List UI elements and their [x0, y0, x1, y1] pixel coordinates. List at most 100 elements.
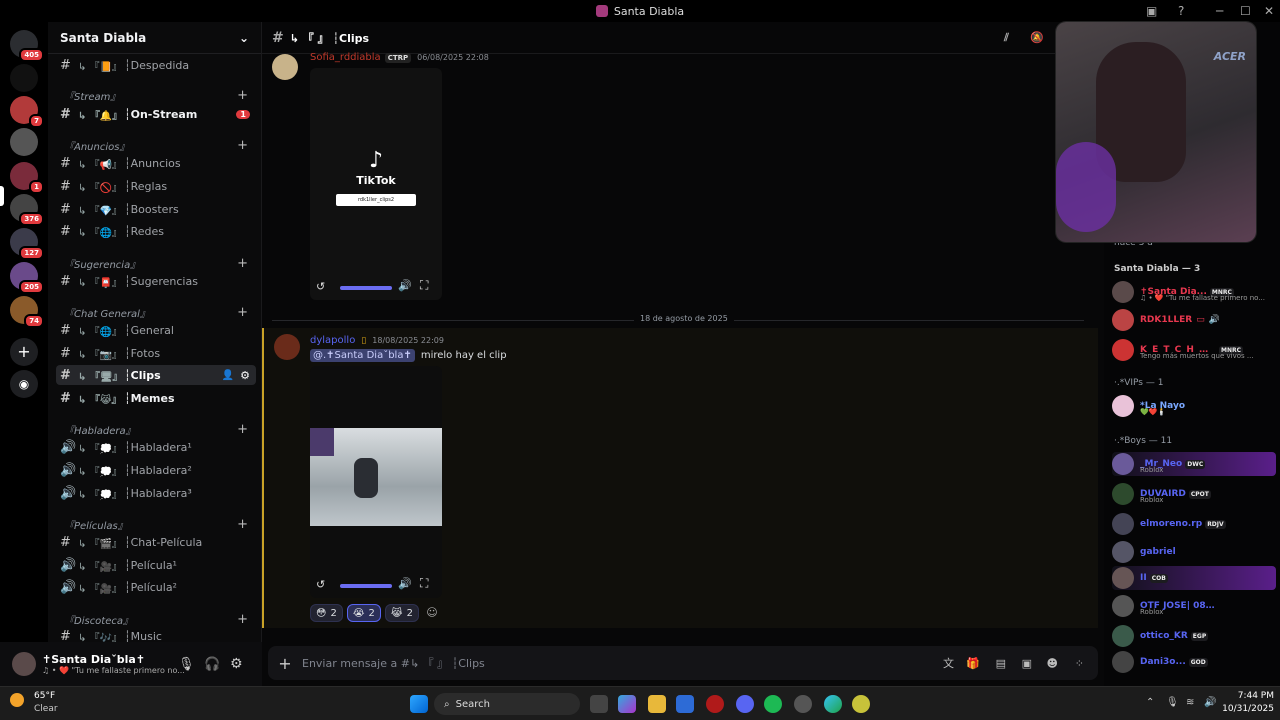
add-channel-icon[interactable]: +: [237, 138, 248, 153]
wifi-icon[interactable]: ≋: [1186, 697, 1194, 708]
replay-icon[interactable]: ↺: [316, 578, 325, 591]
tray-chevron-icon[interactable]: ⌃: [1146, 697, 1154, 708]
headphones-icon[interactable]: 🎧: [204, 657, 220, 672]
member-item[interactable]: K E T C H U P MNRC Tengo más muertos que v…: [1112, 338, 1276, 362]
apps-icon[interactable]: ⁘: [1075, 657, 1084, 670]
member-item[interactable]: Dani3o... GOD: [1112, 650, 1276, 674]
reaction[interactable]: 😭 2: [346, 604, 381, 622]
avatar[interactable]: [272, 54, 298, 80]
task-view-icon[interactable]: [590, 695, 608, 713]
progress-slider[interactable]: [340, 584, 392, 588]
volume-icon[interactable]: 🔊: [398, 577, 412, 590]
gif-icon[interactable]: ▤: [996, 657, 1006, 670]
fullscreen-icon[interactable]: ⛶: [420, 576, 428, 591]
member-item[interactable]: gabriel: [1112, 540, 1276, 564]
weather-icon[interactable]: [10, 693, 24, 707]
member-item[interactable]: II COB: [1112, 566, 1276, 590]
channel-reglas[interactable]: # ↳ 『🚫』 ┆Reglas: [56, 176, 256, 196]
avatar[interactable]: [12, 652, 36, 676]
spotify-icon[interactable]: [764, 695, 782, 713]
add-server-icon[interactable]: +: [10, 338, 38, 366]
guild-header[interactable]: Santa Diabla ⌄: [48, 22, 261, 54]
category-stream[interactable]: 『Stream』 +: [58, 88, 254, 103]
channel-sugerencias[interactable]: # ↳ 『📮』 ┆Sugerencias: [56, 271, 256, 291]
microphone-icon[interactable]: 🎙: [1166, 697, 1179, 708]
obs-icon[interactable]: [794, 695, 812, 713]
voice-pelicula-2[interactable]: 🔊 ↳ 『🎥』 ┆Película²: [56, 577, 256, 597]
file-explorer-icon[interactable]: [648, 695, 666, 713]
server-folder[interactable]: 376: [10, 194, 44, 226]
member-item[interactable]: DUVAIRD CPOT Roblox: [1112, 482, 1276, 506]
emoji-icon[interactable]: ☻: [1047, 657, 1058, 670]
member-item[interactable]: OTF JOSE| 0800 ON T...Roblox: [1112, 594, 1276, 618]
user-mention[interactable]: @.✝Santa Diaˇbla✝: [310, 349, 415, 362]
server-icon[interactable]: [10, 64, 38, 92]
chrome-icon[interactable]: [852, 695, 870, 713]
gear-icon[interactable]: ⚙: [240, 369, 250, 382]
channel-memes[interactable]: # ↳ 『😹』 ┆Memes: [56, 388, 256, 408]
category-chat-general[interactable]: 『Chat General』 +: [58, 305, 254, 320]
member-item[interactable]: elmoreno.rp RDJV: [1112, 512, 1276, 536]
plus-icon[interactable]: +: [268, 654, 302, 673]
search-box[interactable]: ⌕ Search: [434, 693, 580, 715]
reaction[interactable]: 😳 2: [310, 604, 343, 622]
threads-icon[interactable]: ⫽: [1004, 31, 1009, 45]
add-channel-icon[interactable]: +: [237, 422, 248, 437]
member-item[interactable]: RDK1LLER ▭ 🔊: [1112, 308, 1276, 332]
translate-icon[interactable]: 文: [943, 655, 954, 671]
add-reaction-icon[interactable]: ☺: [423, 604, 441, 622]
store-icon[interactable]: [676, 695, 694, 713]
invite-icon[interactable]: 👤: [222, 370, 234, 381]
video-embed[interactable]: ♪ TikTok rdk1ller_clips2 ↺ 🔊 ⛶: [310, 68, 442, 300]
channel-on-stream[interactable]: # ↳ 『🔔』 ┆On-Stream 1: [56, 104, 256, 124]
category-peliculas[interactable]: 『Películas』 +: [58, 517, 254, 532]
avatar[interactable]: [274, 334, 300, 360]
add-channel-icon[interactable]: +: [237, 305, 248, 320]
server-folder[interactable]: 74: [10, 296, 44, 328]
add-channel-icon[interactable]: +: [237, 88, 248, 103]
reaction[interactable]: 😹 2: [384, 604, 419, 622]
gift-icon[interactable]: 🎁: [966, 657, 980, 670]
volume-icon[interactable]: 🔊: [398, 279, 412, 292]
voice-habladera-1[interactable]: 🔊 ↳ 『💭』 ┆Habladera¹: [56, 437, 256, 457]
inbox-icon[interactable]: ▣: [1146, 0, 1157, 22]
voice-habladera-2[interactable]: 🔊 ↳ 『💭』 ┆Habladera²: [56, 460, 256, 480]
edge-icon[interactable]: [824, 695, 842, 713]
windows-start-icon[interactable]: [410, 695, 428, 713]
channel-redes[interactable]: # ↳ 『🌐』 ┆Redes: [56, 221, 256, 241]
channel-anuncios[interactable]: # ↳ 『📢』 ┆Anuncios: [56, 153, 256, 173]
channel-boosters[interactable]: # ↳ 『💎』 ┆Boosters: [56, 199, 256, 219]
fullscreen-icon[interactable]: ⛶: [420, 278, 428, 293]
category-sugerencia[interactable]: 『Sugerencia』 +: [58, 256, 254, 271]
category-discoteca[interactable]: 『Discoteca』 +: [58, 612, 254, 627]
channel-clips[interactable]: # ↳ 『🖥』 ┆Clips 👤 ⚙: [56, 365, 256, 385]
sticker-icon[interactable]: ▣: [1022, 657, 1032, 670]
volume-icon[interactable]: 🔊: [1204, 697, 1216, 708]
category-habladera[interactable]: 『Habladera』 +: [58, 422, 254, 437]
member-item[interactable]: *La Nayo 💚❤️🕯️: [1112, 394, 1276, 418]
message-author[interactable]: dylapollo: [310, 335, 355, 346]
video-embed[interactable]: ↺ 🔊 ⛶: [310, 366, 442, 598]
server-icon[interactable]: 1: [10, 162, 44, 194]
composer-placeholder[interactable]: Enviar mensaje a #↳ 『 』 ┆Clips: [302, 655, 485, 671]
channel-fotos[interactable]: # ↳ 『📷』 ┆Fotos: [56, 343, 256, 363]
home-button[interactable]: 405: [10, 30, 44, 62]
discover-icon[interactable]: ◉: [10, 370, 38, 398]
server-icon[interactable]: [10, 128, 38, 156]
help-icon[interactable]: ?: [1178, 0, 1184, 22]
add-channel-icon[interactable]: +: [237, 256, 248, 271]
message-composer[interactable]: + Enviar mensaje a #↳ 『 』 ┆Clips 文 🎁 ▤ ▣…: [268, 646, 1098, 680]
maximize-button[interactable]: ☐: [1240, 0, 1251, 22]
member-item[interactable]: ✝Santa Dia... MNRC ♫ • ❤️ "Tu me fallaste …: [1112, 280, 1276, 304]
server-icon[interactable]: 7: [10, 96, 44, 128]
close-button[interactable]: ✕: [1264, 0, 1274, 22]
replay-icon[interactable]: ↺: [316, 280, 325, 293]
discord-icon[interactable]: [736, 695, 754, 713]
member-item[interactable]: _Mr_Neo DWC Roblox: [1112, 452, 1276, 476]
channel-general[interactable]: # ↳ 『🌐』 ┆General: [56, 320, 256, 340]
channel-chat-pelicula[interactable]: # ↳ 『🎬』 ┆Chat-Película: [56, 532, 256, 552]
add-channel-icon[interactable]: +: [237, 612, 248, 627]
add-channel-icon[interactable]: +: [237, 517, 248, 532]
gear-icon[interactable]: ⚙: [230, 656, 243, 672]
channel-music[interactable]: # ↳ 『🎶』 ┆Music: [56, 626, 256, 643]
